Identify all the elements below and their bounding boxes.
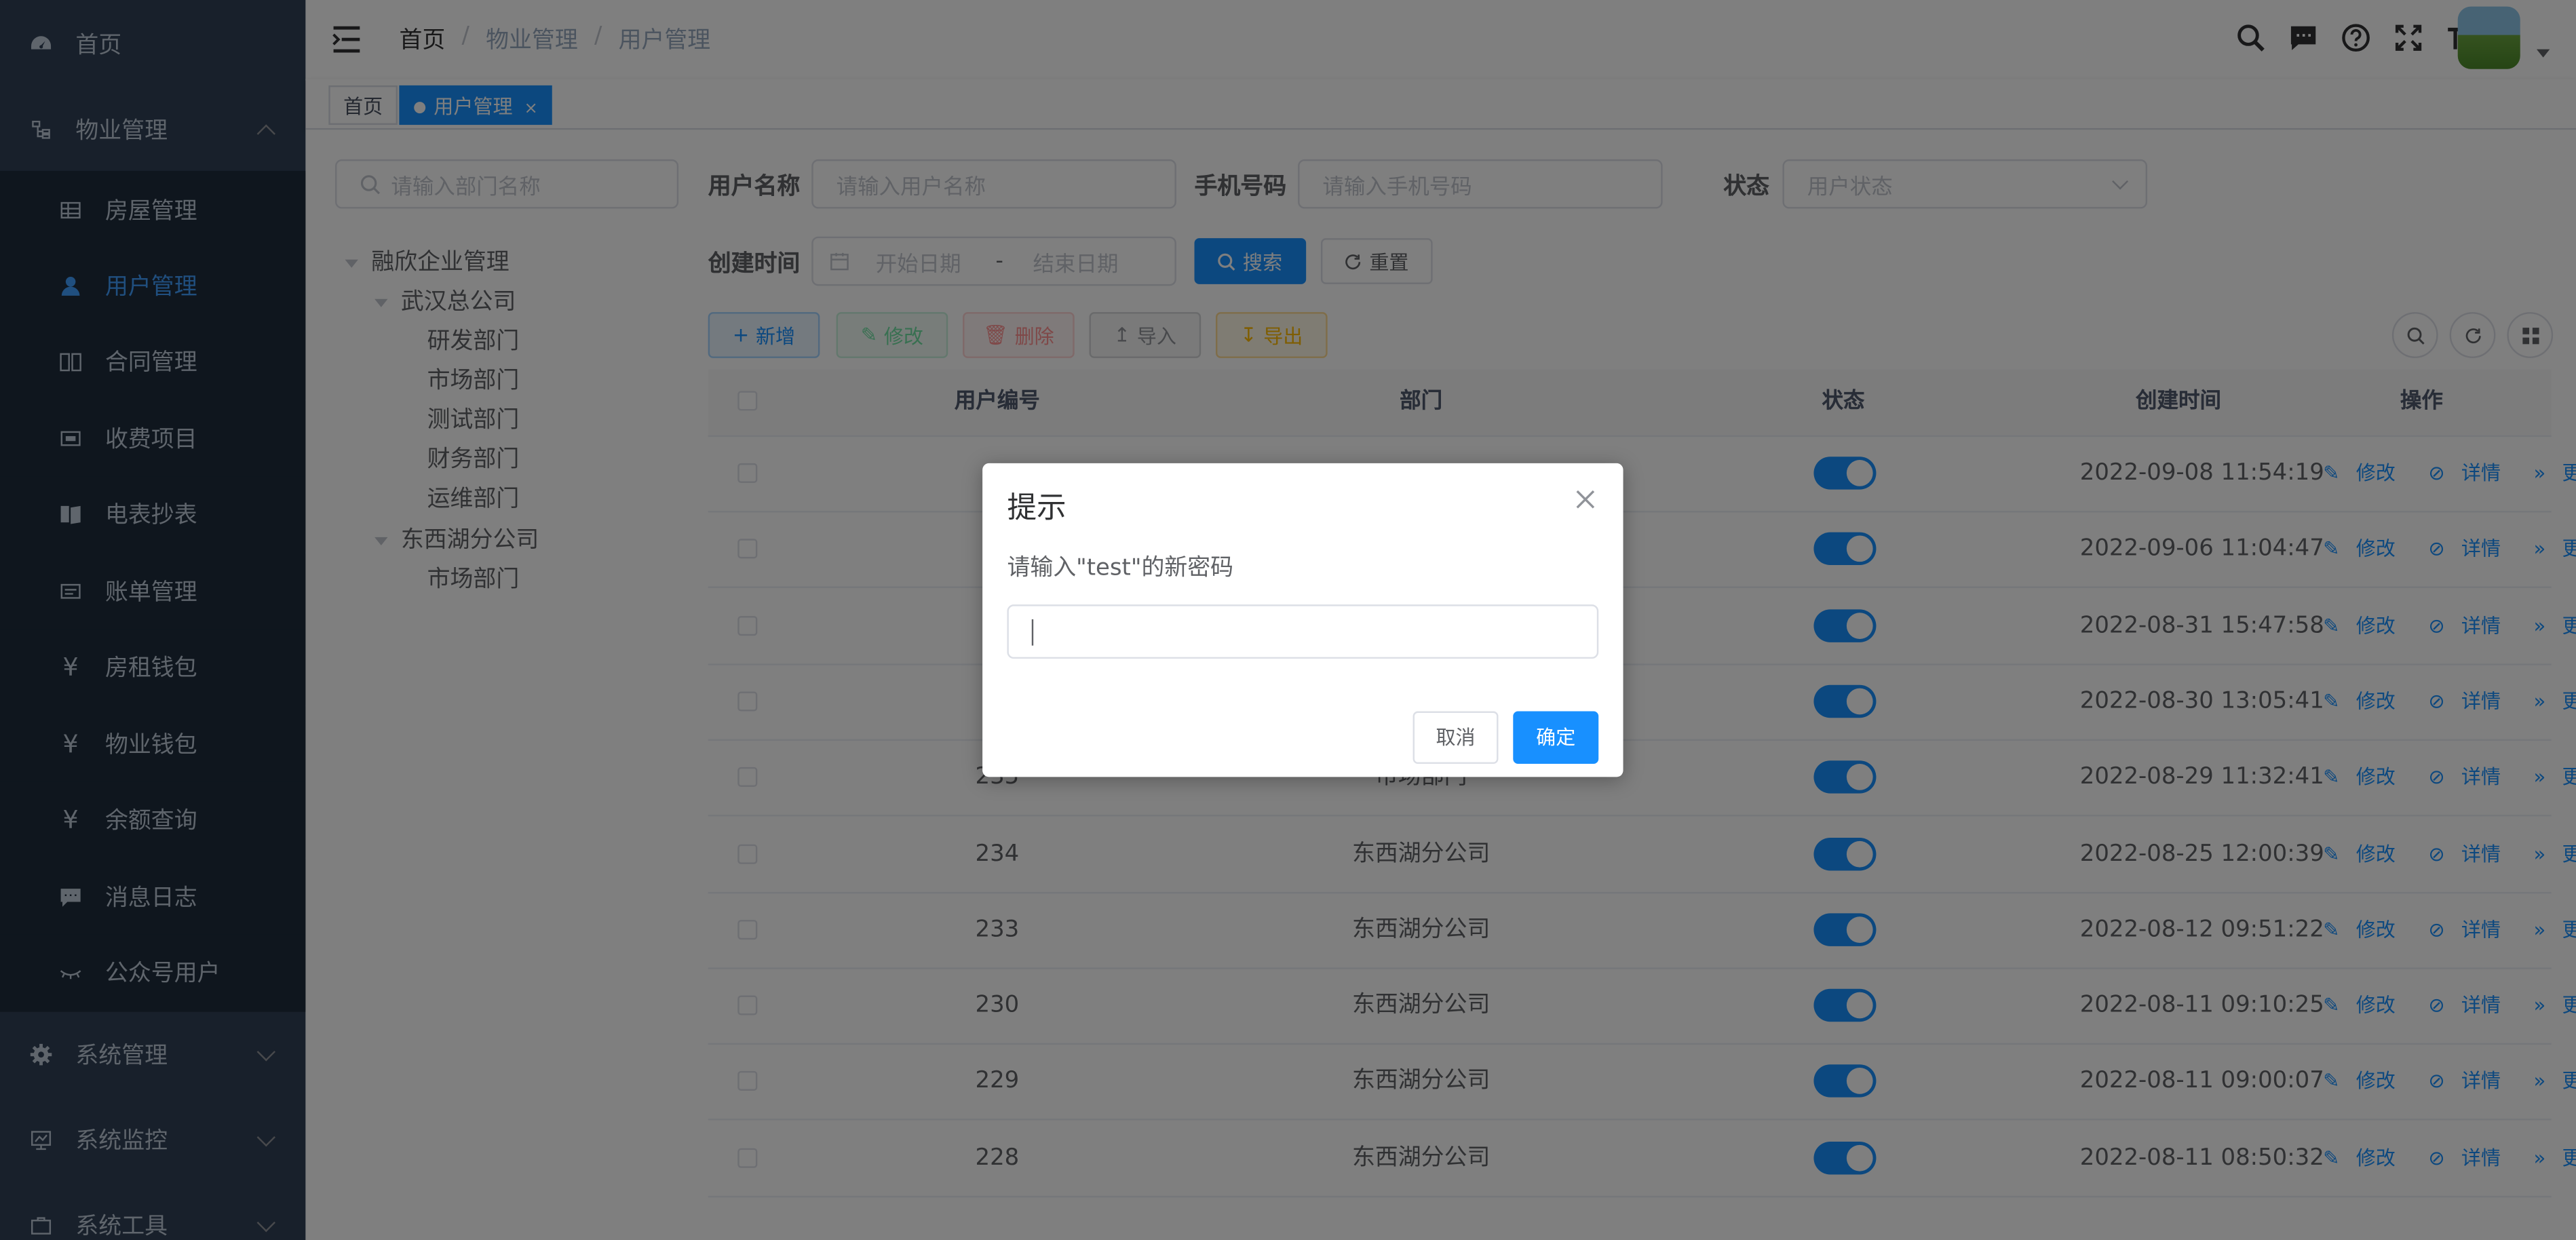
new-password-input[interactable] bbox=[1007, 604, 1599, 659]
app-canvas: 首页 物业管理 房屋管理 用户管理 合同管理 收费项目 电表抄表 bbox=[0, 0, 2576, 1240]
close-icon[interactable] bbox=[1574, 486, 1597, 509]
dialog-message: 请输入"test"的新密码 bbox=[1007, 555, 1234, 582]
text-caret bbox=[1031, 619, 1034, 646]
reset-password-dialog: 提示 请输入"test"的新密码 取消 确定 bbox=[982, 463, 1623, 777]
confirm-button[interactable]: 确定 bbox=[1513, 711, 1599, 764]
dialog-title: 提示 bbox=[1007, 491, 1066, 526]
cancel-button[interactable]: 取消 bbox=[1412, 711, 1499, 764]
